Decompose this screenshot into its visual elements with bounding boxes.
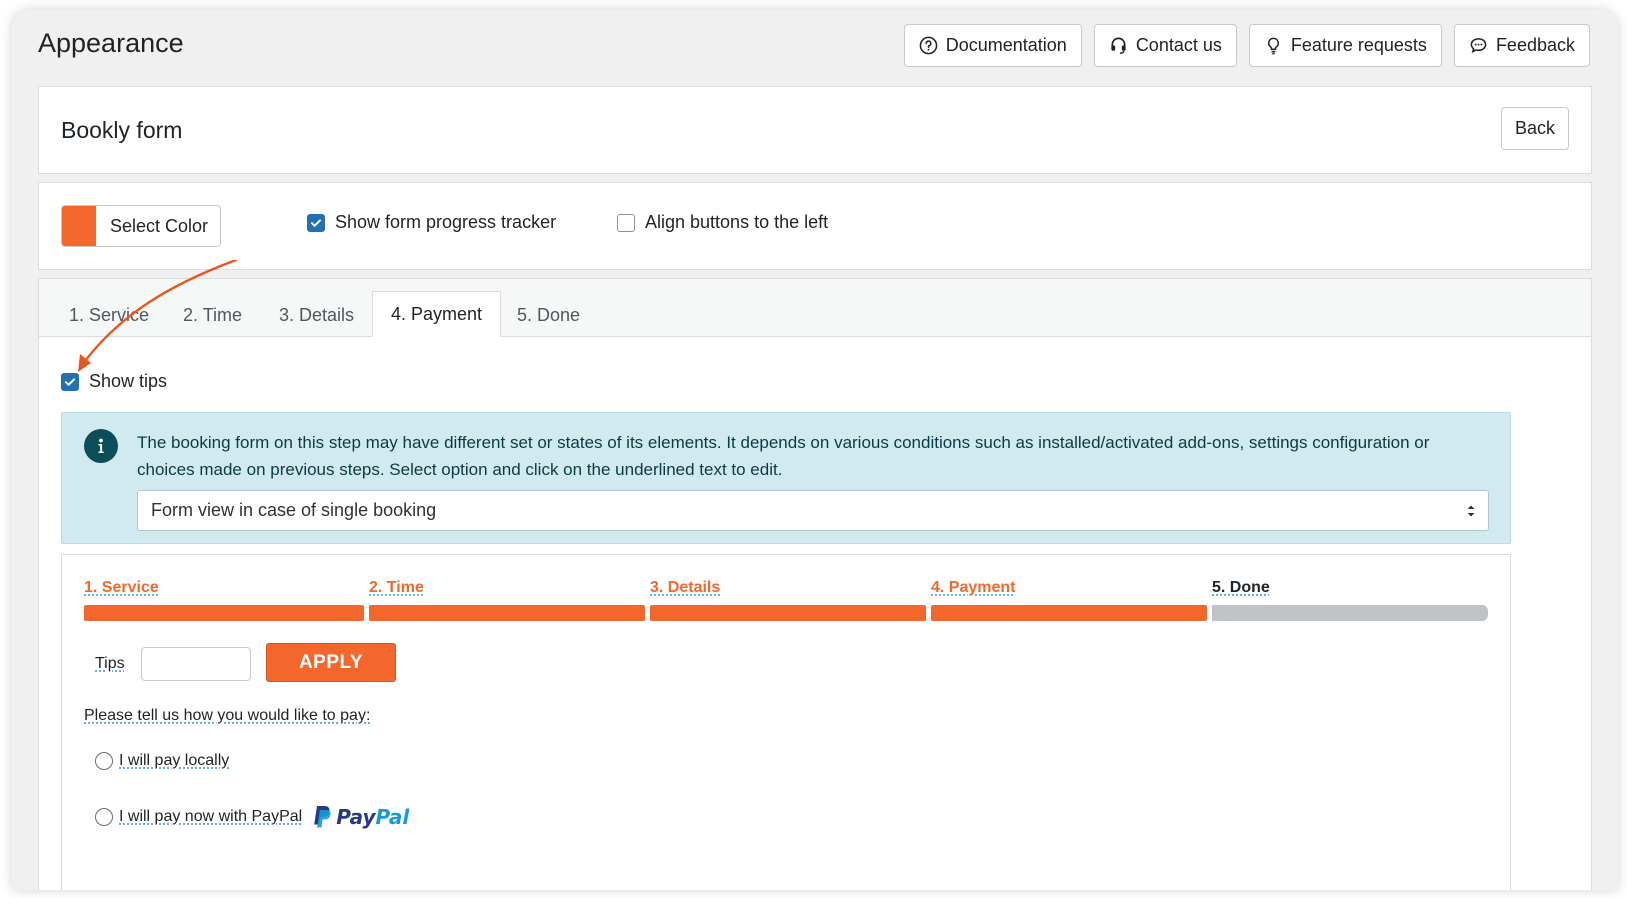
select-caret-icon [1467, 505, 1475, 517]
info-icon [84, 429, 118, 463]
step-tabs: 1. Service 2. Time 3. Details 4. Payment… [39, 279, 1591, 337]
checkbox-checked-icon[interactable] [307, 213, 325, 232]
contact-us-label: Contact us [1135, 35, 1222, 55]
back-button[interactable]: Back [1501, 107, 1569, 150]
progress-bar-service [84, 605, 364, 621]
question-circle-icon [919, 36, 938, 55]
apply-button[interactable]: APPLY [266, 643, 396, 682]
show-tips-label: Show tips [89, 371, 168, 391]
progress-step-time[interactable]: 2. Time [369, 579, 424, 597]
progress-bar-time [369, 605, 645, 621]
app-window: Appearance Documentation Contact us Feat… [12, 10, 1618, 890]
radio-unchecked-icon[interactable] [95, 808, 113, 826]
lightbulb-icon [1267, 37, 1279, 55]
checkbox-checked-icon[interactable] [61, 372, 79, 391]
tab-payment[interactable]: 4. Payment [372, 291, 502, 337]
progress-step-service[interactable]: 1. Service [84, 579, 159, 597]
feature-requests-button[interactable]: Feature requests [1248, 24, 1442, 67]
form-header-card: Bookly form Back [38, 86, 1592, 174]
feedback-label: Feedback [1495, 35, 1575, 55]
show-progress-checkbox[interactable]: Show form progress tracker [307, 212, 556, 233]
progress-step-details[interactable]: 3. Details [650, 579, 720, 597]
tab-done[interactable]: 5. Done [499, 293, 598, 337]
pay-locally-option[interactable]: I will pay locally [95, 752, 229, 770]
headset-icon [1111, 37, 1126, 54]
tips-input[interactable] [141, 647, 251, 681]
form-preview: 1. Service 2. Time 3. Details 4. Payment… [61, 554, 1511, 890]
progress-bar-done [1212, 605, 1488, 621]
info-notice: The booking form on this step may have d… [61, 412, 1511, 544]
paypal-p-icon [314, 806, 331, 828]
chat-bubble-icon [1470, 38, 1487, 54]
paypal-logo: PayPal [312, 805, 409, 829]
select-color-label: Select Color [110, 215, 209, 236]
color-swatch [62, 206, 96, 246]
progress-bar-payment [931, 605, 1207, 621]
pay-paypal-option[interactable]: I will pay now with PayPal PayPal [95, 805, 409, 829]
show-tips-checkbox[interactable]: Show tips [61, 371, 167, 392]
form-view-select[interactable]: Form view in case of single booking [137, 490, 1489, 531]
feature-requests-label: Feature requests [1290, 35, 1427, 55]
align-left-label: Align buttons to the left [645, 212, 829, 232]
progress-step-done[interactable]: 5. Done [1212, 579, 1270, 597]
progress-step-payment[interactable]: 4. Payment [931, 579, 1015, 597]
progress-bar-details [650, 605, 926, 621]
tab-service[interactable]: 1. Service [51, 293, 167, 337]
header-actions: Documentation Contact us Feature request… [903, 24, 1590, 67]
form-title: Bookly form [61, 117, 183, 143]
radio-unchecked-icon[interactable] [95, 752, 113, 770]
paypal-wordmark: PayPal [336, 805, 410, 829]
steps-card: 1. Service 2. Time 3. Details 4. Payment… [38, 278, 1592, 890]
form-view-value: Form view in case of single booking [151, 500, 437, 520]
info-text: The booking form on this step may have d… [137, 433, 1430, 479]
select-color-button[interactable]: Select Color [61, 205, 221, 247]
feedback-button[interactable]: Feedback [1453, 24, 1590, 67]
pay-paypal-label[interactable]: I will pay now with PayPal [119, 808, 302, 826]
tips-label[interactable]: Tips [95, 655, 125, 673]
tab-time[interactable]: 2. Time [165, 293, 260, 337]
align-left-checkbox[interactable]: Align buttons to the left [617, 212, 828, 233]
pay-locally-label[interactable]: I will pay locally [119, 752, 229, 770]
tab-details[interactable]: 3. Details [261, 293, 372, 337]
payment-prompt[interactable]: Please tell us how you would like to pay… [84, 707, 370, 725]
contact-us-button[interactable]: Contact us [1093, 24, 1237, 67]
documentation-label: Documentation [945, 35, 1067, 55]
documentation-button[interactable]: Documentation [903, 24, 1082, 67]
show-progress-label: Show form progress tracker [335, 212, 557, 232]
options-card: Select Color Show form progress tracker … [38, 182, 1592, 270]
checkbox-unchecked-icon[interactable] [617, 213, 635, 232]
page-title: Appearance [38, 28, 184, 58]
